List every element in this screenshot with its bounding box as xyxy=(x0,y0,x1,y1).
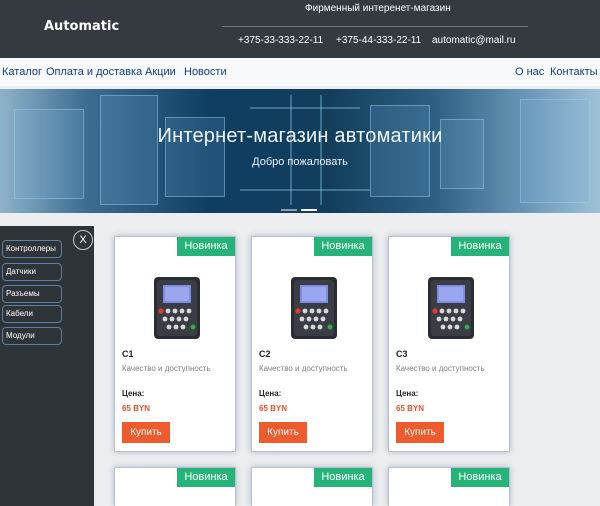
product-description: Качество и доступность xyxy=(259,364,348,373)
hero-deco-line xyxy=(250,107,360,109)
product-card[interactable]: Новинка xyxy=(388,467,510,506)
controller-image[interactable] xyxy=(425,275,477,341)
product-card[interactable]: Новинка C3 Качество и доступность Цена: … xyxy=(388,236,510,452)
carousel-indicators[interactable] xyxy=(281,198,321,213)
product-card[interactable]: Новинка C1 Качество и доступность Цена: … xyxy=(114,236,236,452)
new-badge: Новинка xyxy=(451,237,509,256)
controller-image[interactable] xyxy=(151,275,203,341)
hero-deco-panel xyxy=(100,95,158,205)
hero-deco-panel xyxy=(14,109,84,199)
hero-banner: Интернет-магазин автоматики Добро пожало… xyxy=(0,89,600,213)
product-description: Качество и доступность xyxy=(122,364,211,373)
buy-button[interactable]: Купить xyxy=(259,422,307,443)
product-card[interactable]: Новинка xyxy=(114,467,236,506)
header-divider xyxy=(222,26,528,27)
new-badge: Новинка xyxy=(314,468,372,487)
site-header: Automatic Фирменный интеренет-магазин +3… xyxy=(0,0,600,58)
phone-1[interactable]: +375-33-333-22-11 xyxy=(238,35,323,46)
product-price: 65 BYN xyxy=(122,404,151,413)
nav-promos[interactable]: Акции xyxy=(145,66,176,78)
hero-deco-line xyxy=(320,95,322,205)
hero-subtitle: Добро пожаловать xyxy=(252,156,348,168)
sidebar-item-cables[interactable]: Кабели xyxy=(2,305,62,323)
controller-image[interactable] xyxy=(288,275,340,341)
sidebar-item-modules[interactable]: Модули xyxy=(2,327,62,345)
product-name[interactable]: C3 xyxy=(396,349,408,359)
main-nav: Каталог Оплата и доставка Акции Новости … xyxy=(0,58,600,86)
product-name[interactable]: C2 xyxy=(259,349,271,359)
nav-delivery[interactable]: Оплата и доставка xyxy=(46,66,142,78)
phone-2[interactable]: +375-44-333-22-11 xyxy=(336,35,421,46)
sidebar-item-connectors[interactable]: Разъемы xyxy=(2,285,62,303)
new-badge: Новинка xyxy=(451,468,509,487)
nav-catalog[interactable]: Каталог xyxy=(2,66,42,78)
nav-news[interactable]: Новости xyxy=(184,66,227,78)
price-label: Цена: xyxy=(259,389,282,398)
carousel-dot-active[interactable] xyxy=(301,209,317,211)
sidebar-item-sensors[interactable]: Датчики xyxy=(2,263,62,281)
sidebar-close-button[interactable]: X xyxy=(73,230,93,250)
product-description: Качество и доступность xyxy=(396,364,485,373)
new-badge: Новинка xyxy=(314,237,372,256)
site-logo[interactable]: Automatic xyxy=(44,19,119,34)
hero-deco-panel xyxy=(370,105,430,197)
nav-contacts[interactable]: Контакты xyxy=(550,66,598,78)
hero-deco-panel xyxy=(520,99,590,203)
product-price: 65 BYN xyxy=(396,404,425,413)
hero-deco-line xyxy=(290,95,292,205)
product-card[interactable]: Новинка xyxy=(251,467,373,506)
sidebar-item-controllers[interactable]: Контроллеры xyxy=(2,240,62,258)
header-tagline: Фирменный интеренет-магазин xyxy=(305,3,451,14)
product-card[interactable]: Новинка C2 Качество и доступность Цена: … xyxy=(251,236,373,452)
buy-button[interactable]: Купить xyxy=(396,422,444,443)
email-link[interactable]: automatic@mail.ru xyxy=(432,35,516,46)
nav-about[interactable]: О нас xyxy=(515,66,544,78)
carousel-dot[interactable] xyxy=(281,209,297,211)
new-badge: Новинка xyxy=(177,237,235,256)
new-badge: Новинка xyxy=(177,468,235,487)
product-price: 65 BYN xyxy=(259,404,288,413)
price-label: Цена: xyxy=(122,389,145,398)
hero-title: Интернет-магазин автоматики xyxy=(157,125,443,147)
price-label: Цена: xyxy=(396,389,419,398)
buy-button[interactable]: Купить xyxy=(122,422,170,443)
hero-deco-line xyxy=(240,189,370,191)
product-name[interactable]: C1 xyxy=(122,349,134,359)
